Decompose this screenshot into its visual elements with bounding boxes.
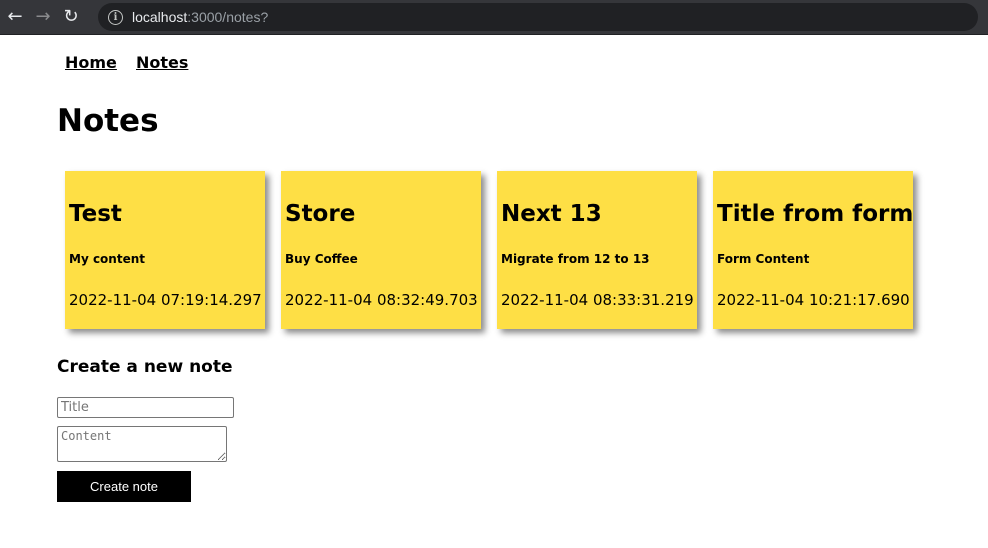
note-date: 2022-11-04 07:19:14.297: [69, 291, 262, 309]
browser-toolbar: ← → ↻ i localhost:3000/notes?: [0, 0, 988, 35]
reload-icon[interactable]: ↻: [58, 4, 84, 30]
note-date: 2022-11-04 08:33:31.219: [501, 291, 694, 309]
note-content: Buy Coffee: [285, 252, 358, 266]
note-card[interactable]: Title from form Form Content 2022-11-04 …: [713, 171, 913, 329]
note-title: Title from form: [717, 201, 914, 227]
note-date: 2022-11-04 10:21:17.690: [717, 291, 910, 309]
content-textarea[interactable]: [57, 426, 227, 462]
page-title: Notes: [57, 103, 159, 139]
create-note-heading: Create a new note: [57, 357, 233, 377]
create-note-button[interactable]: Create note: [57, 471, 191, 502]
nav-link-notes[interactable]: Notes: [136, 53, 188, 72]
create-note-form: Create a new note Create note: [57, 356, 988, 502]
back-arrow-icon[interactable]: ←: [2, 4, 28, 30]
note-title: Next 13: [501, 201, 602, 227]
note-content: Form Content: [717, 252, 810, 266]
title-input[interactable]: [57, 397, 234, 418]
forward-arrow-icon[interactable]: →: [30, 4, 56, 30]
note-card[interactable]: Store Buy Coffee 2022-11-04 08:32:49.703: [281, 171, 481, 329]
page-content: Home Notes Notes Test My content 2022-11…: [0, 35, 988, 502]
note-card[interactable]: Test My content 2022-11-04 07:19:14.297: [65, 171, 265, 329]
nav-link-home[interactable]: Home: [65, 53, 117, 72]
url-text[interactable]: localhost:3000/notes?: [132, 9, 268, 25]
url-host: localhost: [132, 9, 188, 25]
address-bar[interactable]: i localhost:3000/notes?: [98, 3, 978, 31]
note-card[interactable]: Next 13 Migrate from 12 to 13 2022-11-04…: [497, 171, 697, 329]
url-path: :3000/notes?: [187, 9, 269, 25]
note-date: 2022-11-04 08:32:49.703: [285, 291, 478, 309]
top-nav: Home Notes: [57, 35, 988, 75]
info-icon[interactable]: i: [108, 9, 123, 25]
note-title: Store: [285, 201, 356, 227]
note-title: Test: [69, 201, 122, 227]
note-content: My content: [69, 252, 145, 266]
notes-grid: Test My content 2022-11-04 07:19:14.297 …: [65, 171, 988, 329]
note-content: Migrate from 12 to 13: [501, 252, 650, 266]
